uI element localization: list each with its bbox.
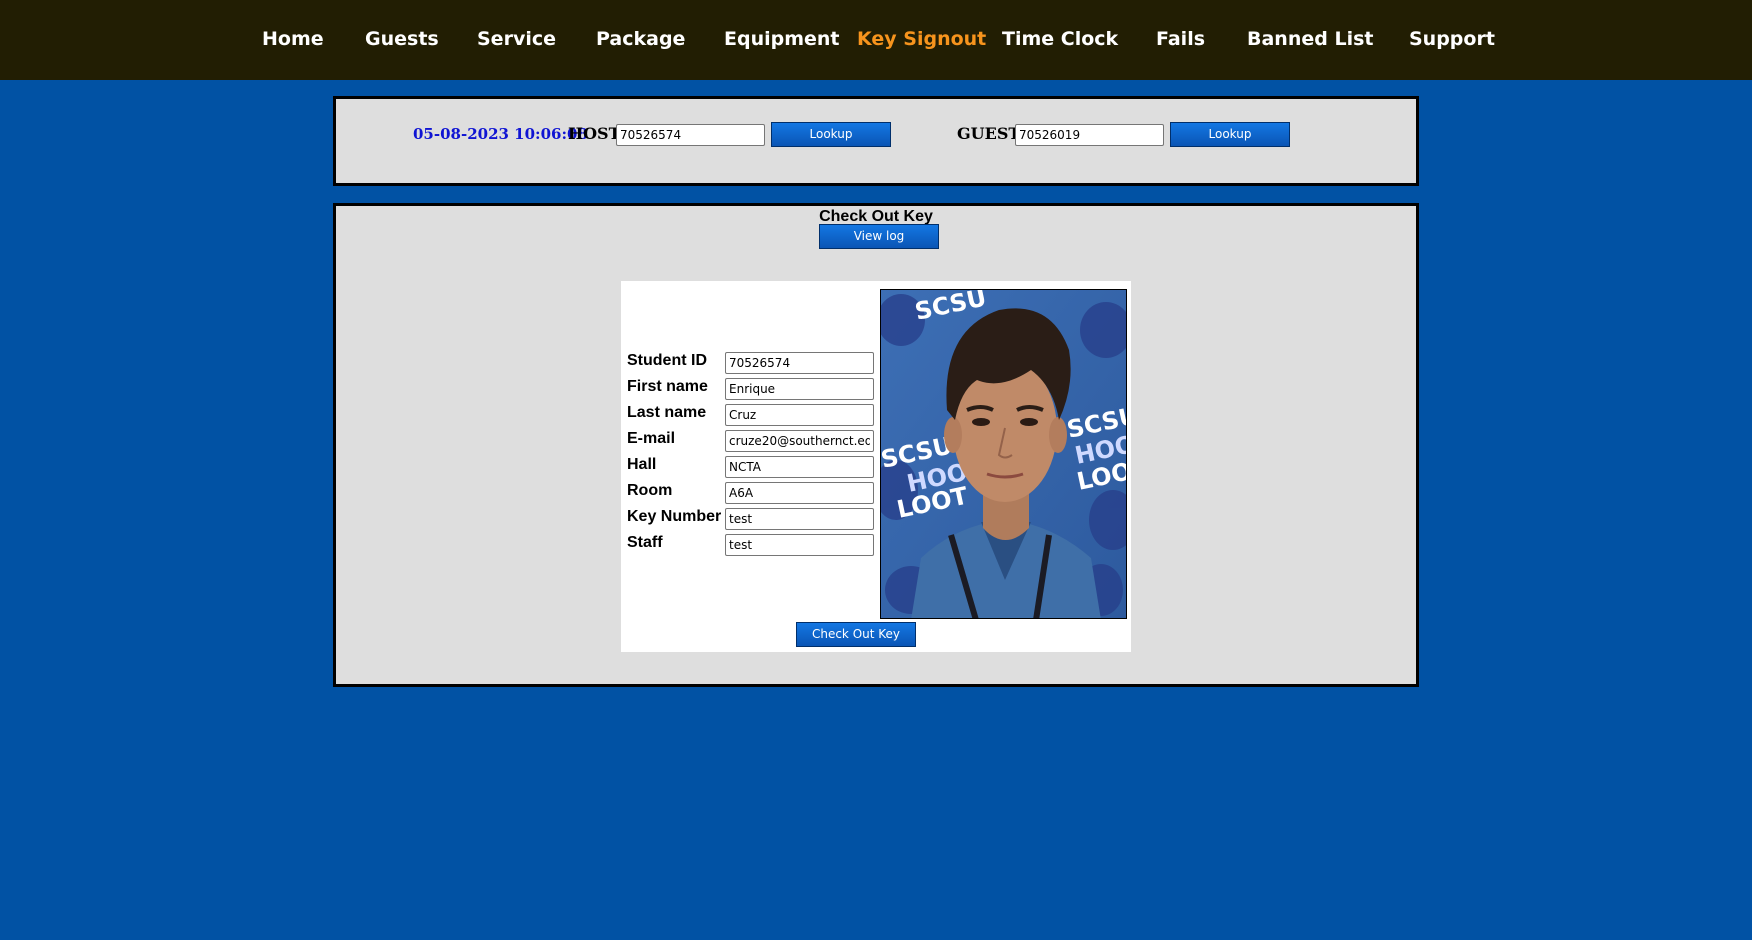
room-field[interactable] bbox=[725, 482, 874, 504]
nav-time-clock[interactable]: Time Clock bbox=[1002, 28, 1118, 50]
nav-banned-list[interactable]: Banned List bbox=[1247, 28, 1373, 50]
lookup-panel: 05-08-2023 10:06:08 HOST Lookup GUEST Lo… bbox=[333, 96, 1419, 186]
key-number-label: Key Number bbox=[627, 508, 722, 525]
email-field[interactable] bbox=[725, 430, 874, 452]
host-label: HOST bbox=[568, 124, 621, 143]
nav-fails[interactable]: Fails bbox=[1156, 28, 1205, 50]
nav-home[interactable]: Home bbox=[262, 28, 324, 50]
nav-package[interactable]: Package bbox=[596, 28, 685, 50]
hall-label: Hall bbox=[627, 456, 657, 473]
current-datetime: 05-08-2023 10:06:08 bbox=[413, 125, 588, 143]
nav-key-signout[interactable]: Key Signout bbox=[857, 28, 986, 50]
email-label: E-mail bbox=[627, 430, 676, 447]
last-name-field[interactable] bbox=[725, 404, 874, 426]
key-checkout-panel: Check Out Key View log Student ID First … bbox=[333, 203, 1419, 687]
student-id-field[interactable] bbox=[725, 352, 874, 374]
student-photo: SCSU SCSU SCSU HOOT HOOT LOOT LOOT bbox=[880, 289, 1127, 619]
student-id-label: Student ID bbox=[627, 352, 707, 369]
top-navbar: Home Guests Service Package Equipment Ke… bbox=[0, 0, 1752, 80]
student-card: Student ID First name Last name E-mail H… bbox=[621, 281, 1131, 652]
nav-service[interactable]: Service bbox=[477, 28, 556, 50]
student-photo-illustration: SCSU SCSU SCSU HOOT HOOT LOOT LOOT bbox=[881, 290, 1126, 618]
first-name-label: First name bbox=[627, 378, 708, 395]
last-name-label: Last name bbox=[627, 404, 707, 421]
nav-guests[interactable]: Guests bbox=[365, 28, 439, 50]
view-log-button[interactable]: View log bbox=[819, 224, 939, 249]
room-label: Room bbox=[627, 482, 673, 499]
staff-label: Staff bbox=[627, 534, 663, 551]
nav-support[interactable]: Support bbox=[1409, 28, 1495, 50]
check-out-key-button[interactable]: Check Out Key bbox=[796, 622, 916, 647]
nav-equipment[interactable]: Equipment bbox=[724, 28, 840, 50]
first-name-field[interactable] bbox=[725, 378, 874, 400]
key-number-field[interactable] bbox=[725, 508, 874, 530]
guest-label: GUEST bbox=[957, 124, 1021, 143]
host-lookup-button[interactable]: Lookup bbox=[771, 122, 891, 147]
guest-id-input[interactable] bbox=[1015, 124, 1164, 146]
host-id-input[interactable] bbox=[616, 124, 765, 146]
staff-field[interactable] bbox=[725, 534, 874, 556]
guest-lookup-button[interactable]: Lookup bbox=[1170, 122, 1290, 147]
hall-field[interactable] bbox=[725, 456, 874, 478]
